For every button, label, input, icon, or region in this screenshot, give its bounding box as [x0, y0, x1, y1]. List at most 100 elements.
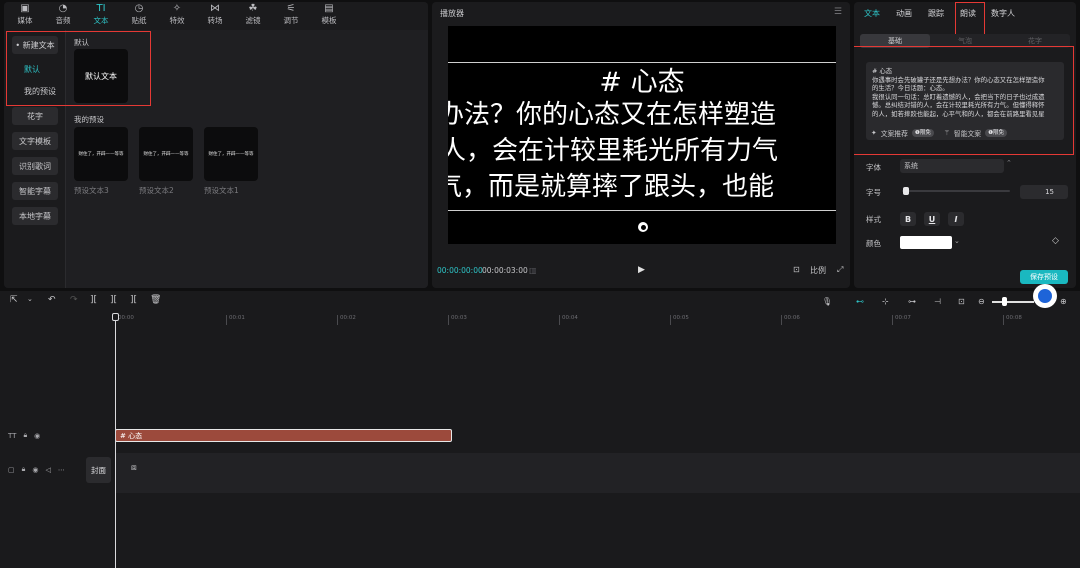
bold-button[interactable]: B	[900, 212, 916, 226]
tab-text[interactable]: 文本	[864, 8, 880, 19]
save-preset-button[interactable]: 保存预设	[1020, 270, 1068, 284]
editor-line: 的人，如若摔跤也能起，心平气和的人，都会在前路里看见星	[872, 109, 1045, 118]
text-clip[interactable]: # 心态	[115, 429, 452, 442]
redo-icon[interactable]: ↷	[70, 295, 78, 305]
toolbar-text[interactable]: TI 文本	[82, 2, 120, 30]
sidebar-item-local-subtitle[interactable]: 本地字幕	[12, 207, 58, 225]
eye-icon[interactable]: ◉	[34, 432, 40, 440]
italic-button[interactable]: I	[948, 212, 964, 226]
text-content-area: 默认 默认文本 我的预设 财住了，开辟——等等 预设文本3 财住了，开辟——等等…	[66, 30, 428, 288]
color-swatch[interactable]	[900, 236, 952, 249]
free-badge: ❶限免	[985, 129, 1008, 137]
main-track-header: ▢ 🔒︎ ◉ ◁ ⋯	[8, 465, 65, 474]
cover-button[interactable]: 封面	[86, 457, 111, 483]
toolbar-template[interactable]: ▤ 模板	[310, 2, 348, 30]
subtab-basic[interactable]: 基础	[860, 34, 930, 48]
screenshot-icon[interactable]: ⊡	[793, 265, 800, 274]
lock-icon[interactable]: 🔒︎	[23, 431, 27, 440]
toolbar-media[interactable]: ▣ 媒体	[6, 2, 44, 30]
speaker-icon[interactable]: ◁	[45, 466, 50, 474]
size-slider-knob[interactable]	[903, 187, 909, 195]
sticker-icon: ◷	[134, 3, 144, 14]
toolbar-adjust[interactable]: ⚟ 调节	[272, 2, 310, 30]
toolbar-audio[interactable]: ◔ 音频	[44, 2, 82, 30]
select-tool-icon[interactable]: ⇱	[10, 295, 18, 305]
default-section-label: 默认	[74, 38, 89, 47]
font-select[interactable]: 系统	[900, 159, 1004, 173]
split-icon[interactable]: ][	[90, 295, 97, 305]
sidebar-item-text-template[interactable]: 文字模板	[12, 132, 58, 150]
fullscreen-icon[interactable]: ⤢	[837, 265, 843, 275]
default-text-card[interactable]: 默认文本	[74, 49, 128, 103]
preview-icon[interactable]: ⊡	[958, 297, 965, 306]
editor-line: # 心态	[872, 67, 893, 75]
more-icon[interactable]: ⋯	[58, 466, 65, 474]
magic-wand-icon: ⚚	[943, 129, 950, 137]
copy-recommend-button[interactable]: 文案推荐	[881, 128, 908, 138]
size-input[interactable]: 15	[1020, 185, 1068, 199]
sidebar-item-default[interactable]: 默认	[12, 60, 58, 78]
zoom-slider[interactable]	[992, 301, 1034, 303]
lock-icon[interactable]: 🔒︎	[22, 465, 26, 474]
subtab-fancy[interactable]: 花字	[1000, 34, 1070, 48]
preset-card-1[interactable]: 财住了，开辟——等等	[204, 127, 258, 181]
ruler-tick: 00:01	[226, 315, 245, 325]
sidebar-item-fancy[interactable]: 花字	[12, 107, 58, 125]
eye-icon[interactable]: ◉	[32, 466, 38, 474]
preset-card-3[interactable]: 财住了，开辟——等等	[74, 127, 128, 181]
undo-icon[interactable]: ↶	[48, 295, 56, 305]
time-ruler[interactable]: 00:00 00:01 00:02 00:03 00:04 00:05 00:0…	[115, 315, 1080, 327]
subtab-bubble[interactable]: 气泡	[930, 34, 1000, 48]
assistant-icon	[1038, 289, 1052, 303]
sidebar-item-smart-subtitle[interactable]: 智能字幕	[12, 182, 58, 200]
grid-icon[interactable]: ▥	[529, 266, 537, 275]
rotate-handle-icon[interactable]	[638, 222, 648, 232]
color-label: 颜色	[866, 239, 881, 248]
play-button[interactable]: ▶	[638, 265, 645, 275]
main-track[interactable]: ⧈	[115, 453, 1080, 493]
toolbar-sticker[interactable]: ◷ 贴纸	[120, 2, 158, 30]
sidebar-item-new-text[interactable]: • 新建文本	[12, 36, 58, 54]
toolbar-transition[interactable]: ⋈ 转场	[196, 2, 234, 30]
sidebar-item-recognize-lyrics[interactable]: 识别歌词	[12, 157, 58, 175]
font-spinner-icon[interactable]: ⌃	[1006, 159, 1012, 167]
total-time: 00:00:03:00	[482, 266, 528, 275]
zoom-out-icon[interactable]: ⊖	[978, 297, 985, 306]
sidebar-item-my-presets[interactable]: 我的预设	[12, 82, 58, 100]
size-slider[interactable]	[902, 190, 1010, 192]
chevron-down-icon[interactable]: ⌄	[27, 295, 33, 303]
ruler-tick: 00:04	[559, 315, 578, 325]
underline-button[interactable]: U	[924, 212, 940, 226]
microphone-icon[interactable]: 🎙	[822, 297, 832, 306]
smart-copy-button[interactable]: 智能文案	[954, 128, 981, 138]
assistant-float-button[interactable]	[1033, 284, 1057, 308]
tab-read-aloud[interactable]: 朗读	[960, 8, 976, 19]
link-icon[interactable]: ⊷	[856, 297, 864, 306]
font-label: 字体	[866, 163, 881, 172]
chevron-down-icon[interactable]: ⌄	[954, 237, 960, 245]
zoom-slider-knob[interactable]	[1002, 297, 1007, 306]
toolbar-filter[interactable]: ☘ 滤镜	[234, 2, 272, 30]
zoom-in-icon[interactable]: ⊕	[1060, 297, 1067, 306]
delete-icon[interactable]: 🗑	[150, 295, 161, 305]
snap-icon[interactable]: ⊹	[882, 297, 889, 306]
split-right-icon[interactable]: ][	[130, 295, 137, 305]
playhead[interactable]	[115, 313, 116, 568]
preset-preview-text: 财住了，开辟——等等	[78, 152, 124, 157]
toolbar-effect[interactable]: ✧ 特效	[158, 2, 196, 30]
tab-digital-human[interactable]: 数字人	[991, 8, 1015, 19]
preset-preview-text: 财住了，开辟——等等	[208, 152, 254, 157]
align-icon[interactable]: ⊣	[934, 297, 941, 306]
preset-card-2[interactable]: 财住了，开辟——等等	[139, 127, 193, 181]
split-left-icon[interactable]: ][	[110, 295, 117, 305]
audio-icon: ◔	[58, 3, 68, 14]
ruler-tick: 00:06	[781, 315, 800, 325]
menu-icon[interactable]: ☰	[834, 7, 842, 17]
tab-tracking[interactable]: 跟踪	[928, 8, 944, 19]
video-preview[interactable]: # 心态 办法？你的心态又在怎样塑造 人，会在计较里耗光所有力气 气，而是就算摔…	[448, 26, 836, 244]
playhead-handle[interactable]	[112, 313, 119, 321]
tab-animation[interactable]: 动画	[896, 8, 912, 19]
chain-icon[interactable]: ⊶	[908, 297, 916, 306]
ratio-button[interactable]: 比例	[810, 265, 826, 276]
keyframe-icon[interactable]: ◇	[1052, 236, 1059, 246]
